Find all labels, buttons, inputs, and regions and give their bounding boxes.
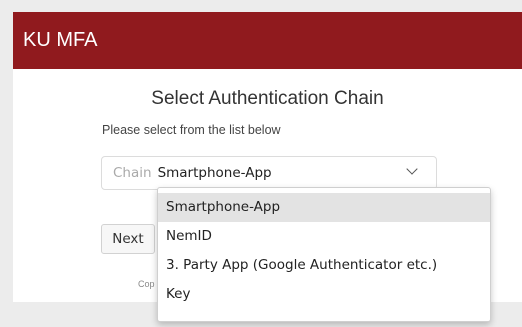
- chain-select[interactable]: Chain Smartphone-App: [101, 156, 437, 190]
- instructions-text: Please select from the list below: [102, 123, 281, 137]
- chain-option-nemid[interactable]: NemID: [158, 222, 490, 251]
- chain-dropdown-menu: Smartphone-App NemID 3. Party App (Googl…: [157, 187, 491, 322]
- brand-title: KU MFA: [23, 29, 98, 51]
- chevron-down-icon: [406, 163, 418, 175]
- chain-select-label: Chain: [113, 165, 152, 181]
- chain-option-key[interactable]: Key: [158, 280, 490, 309]
- chain-option-third-party-app[interactable]: 3. Party App (Google Authenticator etc.): [158, 251, 490, 280]
- copyright-footer: Cop: [138, 279, 155, 289]
- header-bar: KU MFA: [13, 12, 522, 69]
- chain-select-value: Smartphone-App: [157, 165, 272, 181]
- page-title: Select Authentication Chain: [151, 88, 384, 109]
- next-button[interactable]: Next: [101, 224, 155, 254]
- chain-option-smartphone-app[interactable]: Smartphone-App: [158, 193, 490, 222]
